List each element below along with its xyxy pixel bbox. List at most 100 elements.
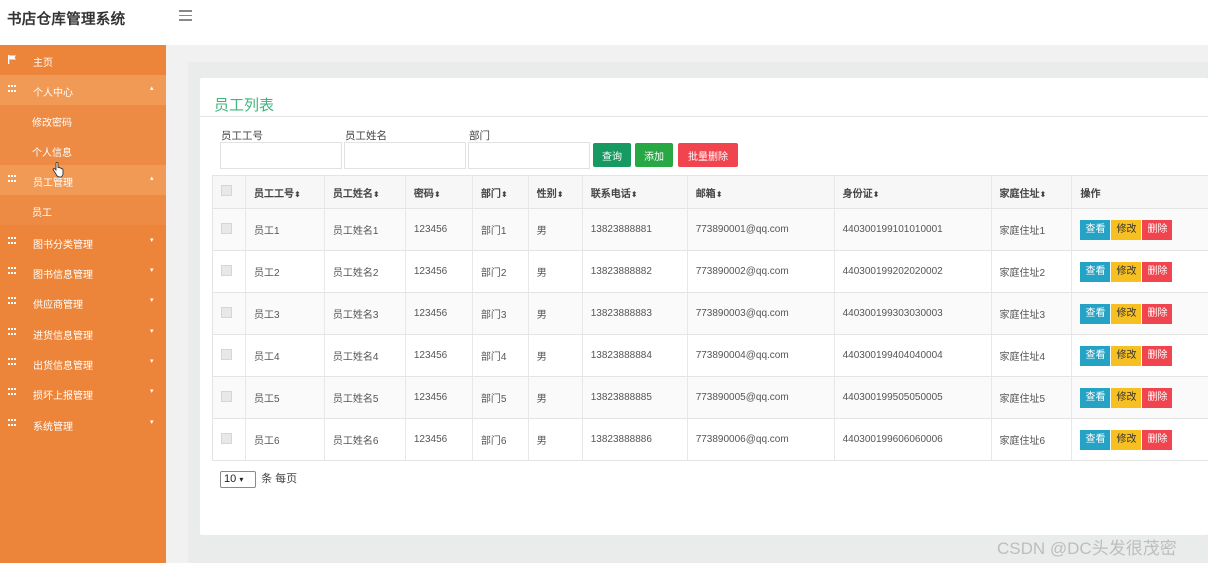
sort-icon[interactable]: ⬍ [294,190,301,199]
column-header-label: 密码 [413,188,434,200]
delete-button[interactable]: 删除 [1142,219,1173,240]
row-select-cell[interactable] [212,208,246,251]
delete-button[interactable]: 删除 [1142,345,1173,366]
row-select-cell[interactable] [212,292,246,335]
delete-button[interactable]: 删除 [1142,261,1173,282]
column-header-id-card[interactable]: 身份证⬍ [833,175,992,209]
sidebar-item-personal-center[interactable]: 个人中心 ▴ [0,75,166,105]
sidebar-item-home[interactable]: 主页 [0,45,166,75]
view-button[interactable]: 查看 [1080,345,1111,366]
cell-dept: 部门3 [471,292,529,335]
cell-id-card: 440300199404040004 [833,334,992,377]
sort-icon[interactable]: ⬍ [873,190,880,199]
batch-delete-button[interactable]: 批量删除 [678,143,738,167]
row-checkbox[interactable] [221,222,232,234]
page-title: 员工列表 [214,97,275,114]
row-checkbox[interactable] [221,306,232,318]
sort-icon[interactable]: ⬍ [501,190,508,199]
row-checkbox[interactable] [221,432,232,444]
column-header-email[interactable]: 邮箱⬍ [686,175,835,209]
row-select-cell[interactable] [212,418,246,461]
row-select-cell[interactable] [212,250,246,293]
staff-table: 员工工号⬍ 员工姓名⬍ 密码⬍ 部门⬍ 性别⬍ 联系电话⬍ 邮箱⬍ 身份证⬍ 家… [212,175,1208,461]
sort-icon[interactable]: ⬍ [716,190,723,199]
edit-button[interactable]: 修改 [1111,345,1142,366]
column-header-phone[interactable]: 联系电话⬍ [581,175,688,209]
sidebar-item-damage-report[interactable]: 损坏上报管理 ▾ [0,378,166,408]
sidebar-item-book-category[interactable]: 图书分类管理 ▾ [0,227,166,257]
chevron-down-icon: ▾ [150,267,154,274]
column-header-staff-no[interactable]: 员工工号⬍ [244,175,325,209]
sidebar-item-staff-management[interactable]: 员工管理 ▴ [0,165,166,195]
sort-icon[interactable]: ⬍ [434,190,441,199]
cell-gender: 男 [527,208,583,251]
cell-dept: 部门1 [471,208,529,251]
hand-cursor-icon [52,162,64,183]
table-row: 员工1 员工姓名1 123456 部门1 男 13823888881 773890001@q… [212,208,1208,251]
sidebar-subitem-staff[interactable]: 员工 [0,195,166,225]
view-button[interactable]: 查看 [1080,303,1111,324]
department-input[interactable] [468,142,590,169]
sidebar-subitem-label: 员工 [32,208,52,219]
add-button[interactable]: 添加 [635,143,673,167]
edit-button[interactable]: 修改 [1111,303,1142,324]
view-button[interactable]: 查看 [1080,387,1111,408]
column-header-gender[interactable]: 性别⬍ [527,175,583,209]
row-checkbox[interactable] [221,390,232,402]
column-header-label: 身份证 [842,188,873,200]
delete-button[interactable]: 删除 [1142,429,1173,450]
grid-icon [8,267,17,275]
department-label: 部门 [469,130,490,142]
row-checkbox[interactable] [221,348,232,360]
grid-icon [8,85,17,93]
sidebar-item-system[interactable]: 系统管理 ▾ [0,409,166,439]
cell-staff-no: 员工2 [244,250,325,293]
sidebar-item-label: 图书信息管理 [33,270,93,281]
cell-password: 123456 [404,418,473,461]
row-checkbox[interactable] [221,264,232,276]
page-size-select[interactable]: 10 ▾ [220,471,256,488]
delete-button[interactable]: 删除 [1142,303,1173,324]
column-header-department[interactable]: 部门⬍ [471,175,529,209]
column-header-name[interactable]: 员工姓名⬍ [323,175,406,209]
sidebar-subitem-personal-info[interactable]: 个人信息 [0,135,166,165]
sort-icon[interactable]: ⬍ [1040,190,1047,199]
grid-icon [8,388,17,396]
edit-button[interactable]: 修改 [1111,387,1142,408]
sort-icon[interactable]: ⬍ [557,190,564,199]
select-all-header[interactable] [212,175,246,209]
sidebar-item-supplier[interactable]: 供应商管理 ▾ [0,287,166,317]
column-header-label: 性别 [536,188,557,200]
cell-dept: 部门4 [471,334,529,377]
staff-name-input[interactable] [344,142,466,169]
sidebar-item-purchase-info[interactable]: 进货信息管理 ▾ [0,318,166,348]
cell-name: 员工姓名2 [323,250,406,293]
sidebar-item-label: 供应商管理 [33,300,83,311]
view-button[interactable]: 查看 [1080,429,1111,450]
hamburger-menu-icon[interactable] [179,10,192,24]
sort-icon[interactable]: ⬍ [631,190,638,199]
select-all-checkbox[interactable] [221,185,232,196]
sort-icon[interactable]: ⬍ [373,190,380,199]
sidebar-item-book-info[interactable]: 图书信息管理 ▾ [0,257,166,287]
chevron-down-icon: ▾ [150,358,154,365]
edit-button[interactable]: 修改 [1111,261,1142,282]
row-select-cell[interactable] [212,334,246,377]
edit-button[interactable]: 修改 [1111,219,1142,240]
delete-button[interactable]: 删除 [1142,387,1173,408]
edit-button[interactable]: 修改 [1111,429,1142,450]
row-select-cell[interactable] [212,376,246,419]
cell-staff-no: 员工5 [244,376,325,419]
sidebar-item-outbound-info[interactable]: 出货信息管理 ▾ [0,348,166,378]
cell-phone: 13823888883 [581,292,688,335]
staff-no-input[interactable] [220,142,342,169]
view-button[interactable]: 查看 [1080,261,1111,282]
cell-password: 123456 [404,376,473,419]
search-button[interactable]: 查询 [593,143,631,167]
column-header-address[interactable]: 家庭住址⬍ [990,175,1072,209]
column-header-password[interactable]: 密码⬍ [404,175,473,209]
sidebar-subitem-change-password[interactable]: 修改密码 [0,105,166,135]
cell-name: 员工姓名6 [323,418,406,461]
view-button[interactable]: 查看 [1080,219,1111,240]
cell-phone: 13823888881 [581,208,688,251]
